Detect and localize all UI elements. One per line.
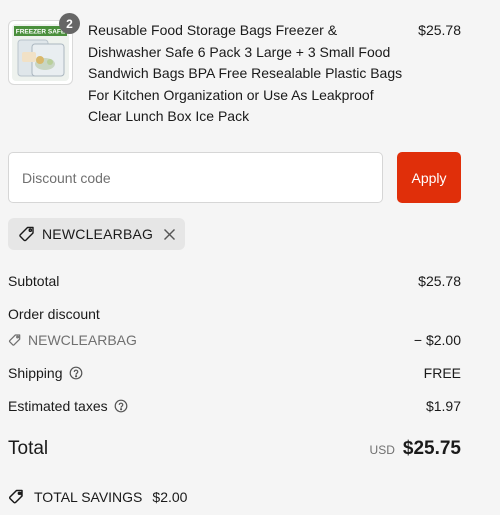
applied-discount-code: NEWCLEARBAG (42, 226, 154, 242)
shipping-value: FREE (423, 365, 461, 381)
discount-value: − $2.00 (413, 332, 461, 348)
tag-icon (8, 333, 22, 347)
total-savings: TOTAL SAVINGS $2.00 (8, 488, 187, 506)
shipping-row: Shipping FREE (8, 365, 461, 381)
shipping-label: Shipping (8, 365, 63, 381)
tag-icon (18, 225, 36, 243)
quantity-badge: 2 (59, 13, 80, 34)
help-icon[interactable] (114, 399, 128, 413)
taxes-label: Estimated taxes (8, 398, 108, 414)
line-item: FREEZER SAFE 2 Reusable Food Storage Bag… (8, 13, 461, 130)
savings-tag-icon (8, 488, 26, 506)
currency-code: USD (369, 443, 395, 457)
total-row: Total USD $25.75 (8, 438, 461, 460)
image-caption: FREEZER SAFE (16, 29, 66, 36)
subtotal-value: $25.78 (418, 273, 461, 289)
total-amount: $25.75 (402, 438, 461, 459)
total-label: Total (8, 438, 49, 459)
discount-code-row: NEWCLEARBAG − $2.00 (8, 332, 461, 348)
discount-code-input[interactable] (8, 152, 383, 203)
subtotal-label: Subtotal (8, 273, 60, 289)
product-price: $25.78 (418, 22, 461, 38)
order-summary: FREEZER SAFE 2 Reusable Food Storage Bag… (0, 0, 500, 515)
subtotal-row: Subtotal $25.78 (8, 273, 461, 289)
product-thumbnail: FREEZER SAFE 2 (8, 13, 80, 85)
help-icon[interactable] (69, 366, 83, 380)
savings-label: TOTAL SAVINGS (34, 489, 143, 505)
applied-discount-tag: NEWCLEARBAG (8, 218, 185, 250)
order-discount-label: Order discount (8, 306, 100, 322)
discount-code-name: NEWCLEARBAG (28, 332, 137, 348)
taxes-row: Estimated taxes $1.97 (8, 398, 461, 414)
product-title: Reusable Food Storage Bags Freezer & Dis… (88, 22, 403, 124)
taxes-value: $1.97 (425, 398, 461, 414)
close-icon (163, 228, 175, 240)
savings-value: $2.00 (152, 489, 188, 505)
remove-discount-button[interactable] (161, 226, 177, 242)
order-discount-row: Order discount (8, 306, 461, 322)
apply-button[interactable]: Apply (397, 152, 461, 203)
product-image: FREEZER SAFE (12, 24, 69, 81)
